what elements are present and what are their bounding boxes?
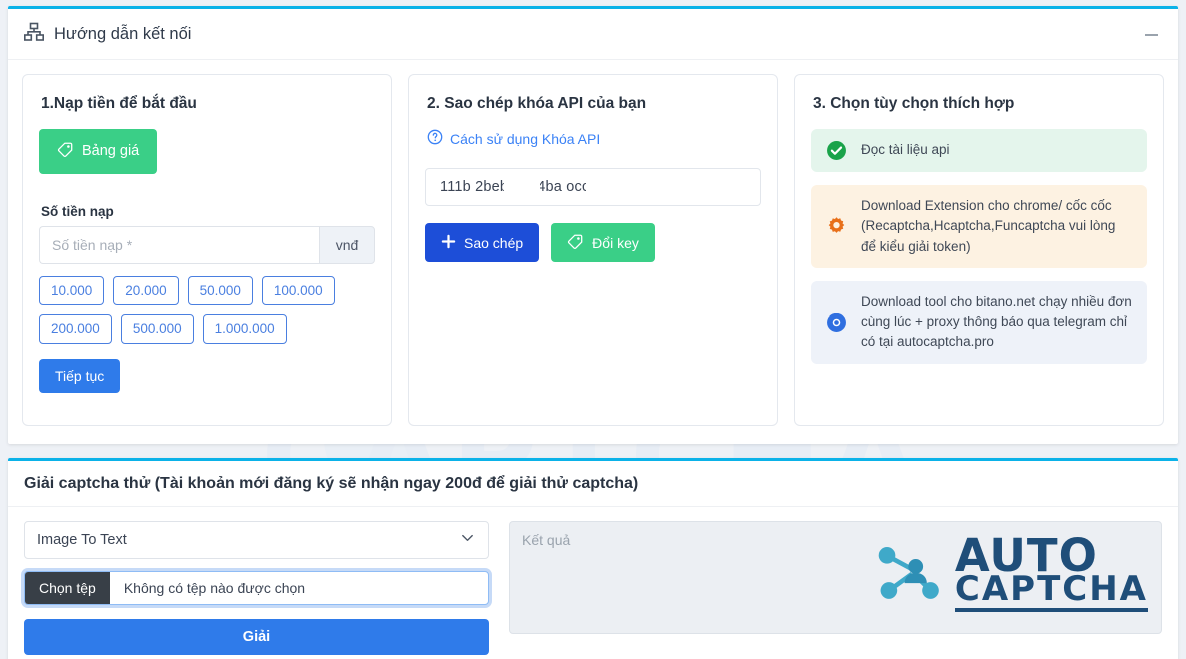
option-read-api-docs[interactable]: Đọc tài liệu api xyxy=(811,129,1147,172)
minimize-button[interactable] xyxy=(1140,26,1162,44)
amount-chip[interactable]: 1.000.000 xyxy=(202,314,287,344)
card-deposit: 1.Nạp tiền để bắt đầu Bảng giá Số tiền n… xyxy=(22,74,392,426)
api-key-mask xyxy=(504,169,540,205)
api-key-field[interactable]: 111b 2bebb a24ba occ xyxy=(425,168,761,206)
option-download-tool[interactable]: Download tool cho bitano.net chạy nhiều … xyxy=(811,280,1147,364)
try-captcha-panel: Giải captcha thử (Tài khoản mới đăng ký … xyxy=(8,458,1178,659)
panel-header: Hướng dẫn kết nối xyxy=(8,9,1178,60)
panel-header-left: Hướng dẫn kết nối xyxy=(24,22,191,47)
option-label: Download tool cho bitano.net chạy nhiều … xyxy=(861,293,1132,350)
change-key-button-label: Đổi key xyxy=(592,234,639,251)
amount-chip[interactable]: 100.000 xyxy=(261,275,335,305)
amount-chip[interactable]: 200.000 xyxy=(39,314,112,344)
tag-icon xyxy=(567,233,584,252)
api-key-mask xyxy=(586,169,644,205)
chrome-icon xyxy=(825,312,847,333)
captcha-type-select-wrap: Image To Text xyxy=(24,521,489,559)
card-api-key-title: 2. Sao chép khóa API của bạn xyxy=(427,95,647,112)
amount-chip[interactable]: 50.000 xyxy=(187,275,253,305)
question-circle-icon xyxy=(427,129,443,148)
check-circle-icon xyxy=(825,140,847,161)
amount-input-group: vnđ xyxy=(39,225,375,264)
currency-addon: vnđ xyxy=(319,225,375,264)
try-captcha-form: Image To Text Chọn tệp Không có tệp nào … xyxy=(24,521,489,655)
price-list-button-label: Bảng giá xyxy=(82,143,140,159)
api-help-link[interactable]: Cách sử dụng Khóa API xyxy=(427,129,600,148)
file-input-row[interactable]: Chọn tệp Không có tệp nào được chọn xyxy=(24,571,489,605)
price-list-button[interactable]: Bảng giá xyxy=(39,129,158,174)
continue-button[interactable]: Tiếp tục xyxy=(39,358,121,393)
continue-button-wrap: Tiếp tục xyxy=(39,358,375,393)
sitemap-icon xyxy=(24,22,44,47)
amount-chip-list: 10.000 20.000 50.000 100.000 200.000 500… xyxy=(39,275,369,344)
option-label: Download Extension cho chrome/ cốc cốc (… xyxy=(861,198,1116,254)
amount-chip[interactable]: 500.000 xyxy=(120,314,194,344)
amount-input[interactable] xyxy=(39,225,319,264)
card-options-title: 3. Chọn tùy chọn thích hợp xyxy=(813,95,1015,112)
panel-body: 1.Nạp tiền để bắt đầu Bảng giá Số tiền n… xyxy=(8,60,1178,444)
plus-icon xyxy=(441,234,456,251)
try-captcha-body: Image To Text Chọn tệp Không có tệp nào … xyxy=(8,507,1178,659)
try-captcha-title: Giải captcha thử (Tài khoản mới đăng ký … xyxy=(8,461,1178,507)
api-key-mask xyxy=(666,169,680,205)
choose-file-button[interactable]: Chọn tệp xyxy=(25,572,110,604)
card-api-key: 2. Sao chép khóa API của bạn Cách sử dụn… xyxy=(408,74,778,426)
change-key-button[interactable]: Đổi key xyxy=(551,223,655,262)
option-label: Đọc tài liệu api xyxy=(861,142,950,158)
card-deposit-title: 1.Nạp tiền để bắt đầu xyxy=(41,95,197,112)
connection-guide-panel: Hướng dẫn kết nối 1.Nạp tiền để bắt đầu xyxy=(8,6,1178,444)
copy-button-label: Sao chép xyxy=(464,234,524,251)
minimize-icon xyxy=(1144,33,1158,36)
page-root: AUTO CAPTCHA CAPTCHA Hướng dẫn kết nối xyxy=(0,0,1186,659)
result-area-wrap: AUTO CAPTCHA xyxy=(509,521,1162,655)
api-key-actions: Sao chép Đổi key xyxy=(425,223,761,262)
captcha-type-select[interactable]: Image To Text xyxy=(24,521,489,559)
solve-button[interactable]: Giải xyxy=(24,619,489,655)
file-name-label: Không có tệp nào được chọn xyxy=(123,580,306,596)
result-textarea[interactable] xyxy=(509,521,1162,634)
page-title: Hướng dẫn kết nối xyxy=(54,25,192,43)
copy-button[interactable]: Sao chép xyxy=(425,223,540,262)
api-help-link-label: Cách sử dụng Khóa API xyxy=(450,130,601,147)
card-options: 3. Chọn tùy chọn thích hợp Đọc tài liệu … xyxy=(794,74,1164,426)
amount-chip[interactable]: 20.000 xyxy=(113,275,179,305)
tag-icon xyxy=(57,141,74,162)
gear-icon xyxy=(825,216,847,237)
amount-chip[interactable]: 10.000 xyxy=(39,275,105,305)
option-download-extension[interactable]: Download Extension cho chrome/ cốc cốc (… xyxy=(811,185,1147,268)
amount-label: Số tiền nạp xyxy=(41,203,114,219)
